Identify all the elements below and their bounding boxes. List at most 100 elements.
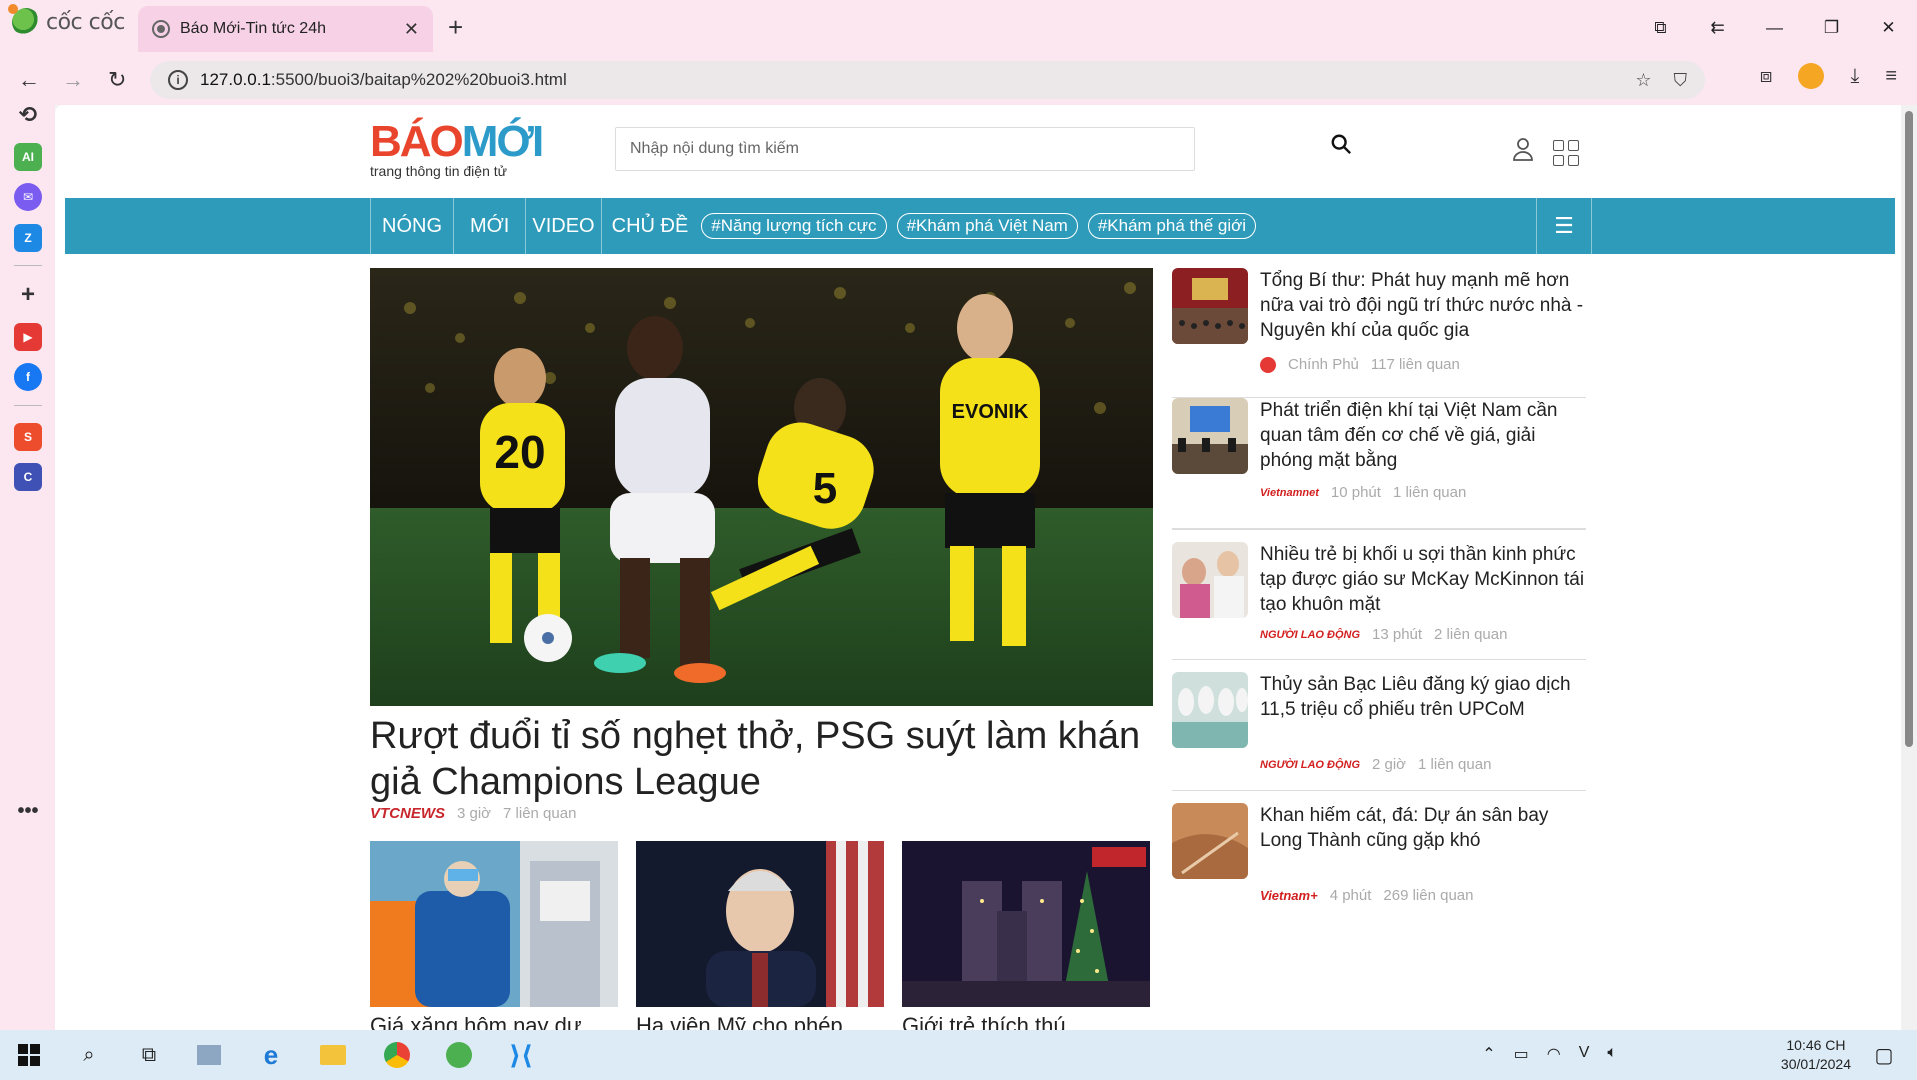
youtube-icon[interactable]: ▶ (14, 323, 42, 351)
site-logo[interactable]: BÁOMỚI trang thông tin điện tử (370, 117, 544, 179)
search-icon[interactable]: ⌕ (74, 1040, 104, 1070)
hero-image[interactable]: 20 5 EVONIK (370, 268, 1153, 706)
seafood-processing-image (1172, 672, 1248, 748)
vietnamese-input-icon[interactable]: V (1579, 1044, 1590, 1064)
forward-button[interactable]: → (62, 67, 84, 93)
close-tab-icon[interactable]: ✕ (404, 19, 419, 40)
volume-icon[interactable]: 🔈︎ (1607, 1044, 1617, 1064)
hamburger-menu-icon[interactable]: ☰ (1536, 198, 1592, 254)
news-item[interactable]: Phát triển điện khí tại Việt Nam cần qua… (1172, 398, 1586, 529)
edge-icon[interactable]: e (256, 1040, 286, 1070)
apps-grid-icon[interactable] (1553, 140, 1579, 166)
news-title[interactable]: Nhiều trẻ bị khối u sợi thần kinh phức t… (1260, 542, 1590, 617)
svg-text:5: 5 (813, 464, 837, 513)
browser-brand[interactable]: cốc cốc (8, 4, 125, 36)
new-tab-button[interactable]: + (448, 12, 463, 43)
hero-source-logo[interactable]: VTCNEWS (370, 805, 445, 822)
restore-button[interactable]: ❐ (1803, 18, 1860, 38)
minimize-button[interactable]: — (1746, 18, 1803, 38)
search-input[interactable] (615, 127, 1195, 171)
news-title[interactable]: Thủy sản Bạc Liêu đăng ký giao dịch 11,5… (1260, 672, 1590, 722)
news-related[interactable]: 1 liên quan (1418, 756, 1491, 773)
thumb-card[interactable]: Giá xăng hôm nay dự (370, 841, 618, 1030)
news-source[interactable]: NGƯỜI LAO ĐỘNG (1260, 759, 1360, 771)
vertical-scrollbar[interactable] (1901, 105, 1917, 1030)
notification-icon[interactable]: ▢ (1869, 1040, 1899, 1070)
chrome-icon[interactable] (382, 1040, 412, 1070)
address-bar[interactable]: i 127.0.0.1:5500/buoi3/baitap%202%20buoi… (150, 61, 1705, 99)
extensions-icon[interactable]: ⧈ (1760, 65, 1773, 88)
thumb-title[interactable]: Giới trẻ thích thú (902, 1013, 1150, 1030)
news-title[interactable]: Khan hiếm cát, đá: Dự án sân bay Long Th… (1260, 803, 1590, 853)
task-view-icon[interactable]: ⧉ (134, 1040, 164, 1070)
news-source[interactable]: Chính Phủ (1288, 356, 1359, 373)
taskbar-clock[interactable]: 10:46 CH 30/01/2024 (1781, 1036, 1851, 1074)
nav-new[interactable]: MỚI (454, 198, 527, 254)
user-icon[interactable] (1513, 137, 1533, 161)
screen-capture-icon[interactable]: ⧉ (1632, 18, 1689, 38)
back-forward-history-icon[interactable]: ⇇ (1689, 18, 1746, 38)
hero-related[interactable]: 7 liên quan (503, 805, 576, 822)
news-related[interactable]: 1 liên quan (1393, 484, 1466, 501)
app-icon[interactable] (194, 1040, 224, 1070)
hero-title[interactable]: Rượt đuổi tỉ số nghẹt thở, PSG suýt làm … (370, 713, 1170, 805)
thumb-title[interactable]: Giá xăng hôm nay dự (370, 1013, 618, 1030)
browser-tab-active[interactable]: Báo Mới-Tin tức 24h ✕ (138, 6, 433, 52)
game-icon[interactable]: C (14, 463, 42, 491)
scrollbar-thumb[interactable] (1905, 111, 1913, 747)
shield-icon[interactable]: ⛉ (1674, 70, 1688, 91)
news-item[interactable]: Tổng Bí thư: Phát huy mạnh mẽ hơn nữa va… (1172, 268, 1586, 398)
news-source[interactable]: NGƯỜI LAO ĐỘNG (1260, 629, 1360, 641)
nav-video[interactable]: VIDEO (526, 198, 602, 254)
news-title[interactable]: Tổng Bí thư: Phát huy mạnh mẽ hơn nữa va… (1260, 268, 1590, 343)
thumb-title[interactable]: Hạ viện Mỹ cho phép (636, 1013, 884, 1030)
thumb-card[interactable]: Giới trẻ thích thú (902, 841, 1150, 1030)
back-button[interactable]: ← (18, 67, 40, 93)
add-icon[interactable]: + (14, 281, 42, 309)
download-icon[interactable]: ⤓ (1850, 65, 1859, 88)
windows-start-icon[interactable] (14, 1040, 44, 1070)
news-item[interactable]: Khan hiếm cát, đá: Dự án sân bay Long Th… (1172, 791, 1586, 922)
reload-button[interactable]: ↻ (108, 67, 126, 93)
news-related[interactable]: 269 liên quan (1383, 887, 1473, 904)
vscode-icon[interactable]: ⟩⟨ (506, 1040, 536, 1070)
coccoc-logo-icon (8, 4, 40, 36)
news-title[interactable]: Phát triển điện khí tại Việt Nam cần qua… (1260, 398, 1590, 473)
coccoc-taskbar-icon[interactable] (444, 1040, 474, 1070)
file-explorer-icon[interactable] (318, 1040, 348, 1070)
messenger-icon[interactable]: ✉ (14, 183, 42, 211)
search-icon[interactable] (1330, 133, 1352, 155)
ai-assistant-icon[interactable]: AI (14, 143, 42, 171)
bookmark-star-icon[interactable]: ☆ (1635, 70, 1651, 91)
news-source[interactable]: Vietnam+ (1260, 888, 1318, 903)
tag-explore-world[interactable]: #Khám phá thế giới (1087, 213, 1257, 239)
nav-topics[interactable]: CHỦ ĐỀ (602, 198, 697, 254)
chevron-up-icon[interactable]: ⌃ (1482, 1044, 1495, 1064)
facebook-icon[interactable]: f (14, 363, 42, 391)
profile-avatar-icon[interactable] (1798, 63, 1825, 89)
logo-wordmark: BÁOMỚI (370, 117, 544, 167)
news-source[interactable]: Vietnamnet (1260, 487, 1319, 499)
news-item[interactable]: Nhiều trẻ bị khối u sợi thần kinh phức t… (1172, 529, 1586, 660)
history-icon[interactable]: ⟲ (14, 101, 42, 129)
more-icon[interactable]: ••• (14, 797, 42, 825)
tag-explore-vietnam[interactable]: #Khám phá Việt Nam (896, 213, 1078, 239)
wifi-icon[interactable]: ◠ (1547, 1044, 1561, 1064)
shopee-icon[interactable]: S (14, 423, 42, 451)
toolbar-right: ⧈ ⤓ ≡ (1760, 63, 1917, 89)
menu-icon[interactable]: ≡ (1885, 65, 1897, 88)
zalo-icon[interactable]: Z (14, 224, 42, 252)
close-window-button[interactable]: ✕ (1860, 18, 1917, 38)
svg-text:EVONIK: EVONIK (952, 401, 1029, 423)
thumb-card[interactable]: Hạ viện Mỹ cho phép (636, 841, 884, 1030)
address-bar-actions: ☆ ⛉ (1635, 70, 1687, 91)
url-host: 127.0.0.1 (200, 70, 271, 89)
site-info-icon[interactable]: i (168, 70, 188, 90)
battery-icon[interactable]: ▭ (1514, 1044, 1529, 1064)
news-related[interactable]: 2 liên quan (1434, 626, 1507, 643)
url-text[interactable]: 127.0.0.1:5500/buoi3/baitap%202%20buoi3.… (200, 70, 1623, 90)
news-item[interactable]: Thủy sản Bạc Liêu đăng ký giao dịch 11,5… (1172, 660, 1586, 791)
nav-hot[interactable]: NÓNG (371, 198, 454, 254)
tag-positive-energy[interactable]: #Năng lượng tích cực (701, 213, 887, 239)
news-related[interactable]: 117 liên quan (1371, 356, 1460, 373)
